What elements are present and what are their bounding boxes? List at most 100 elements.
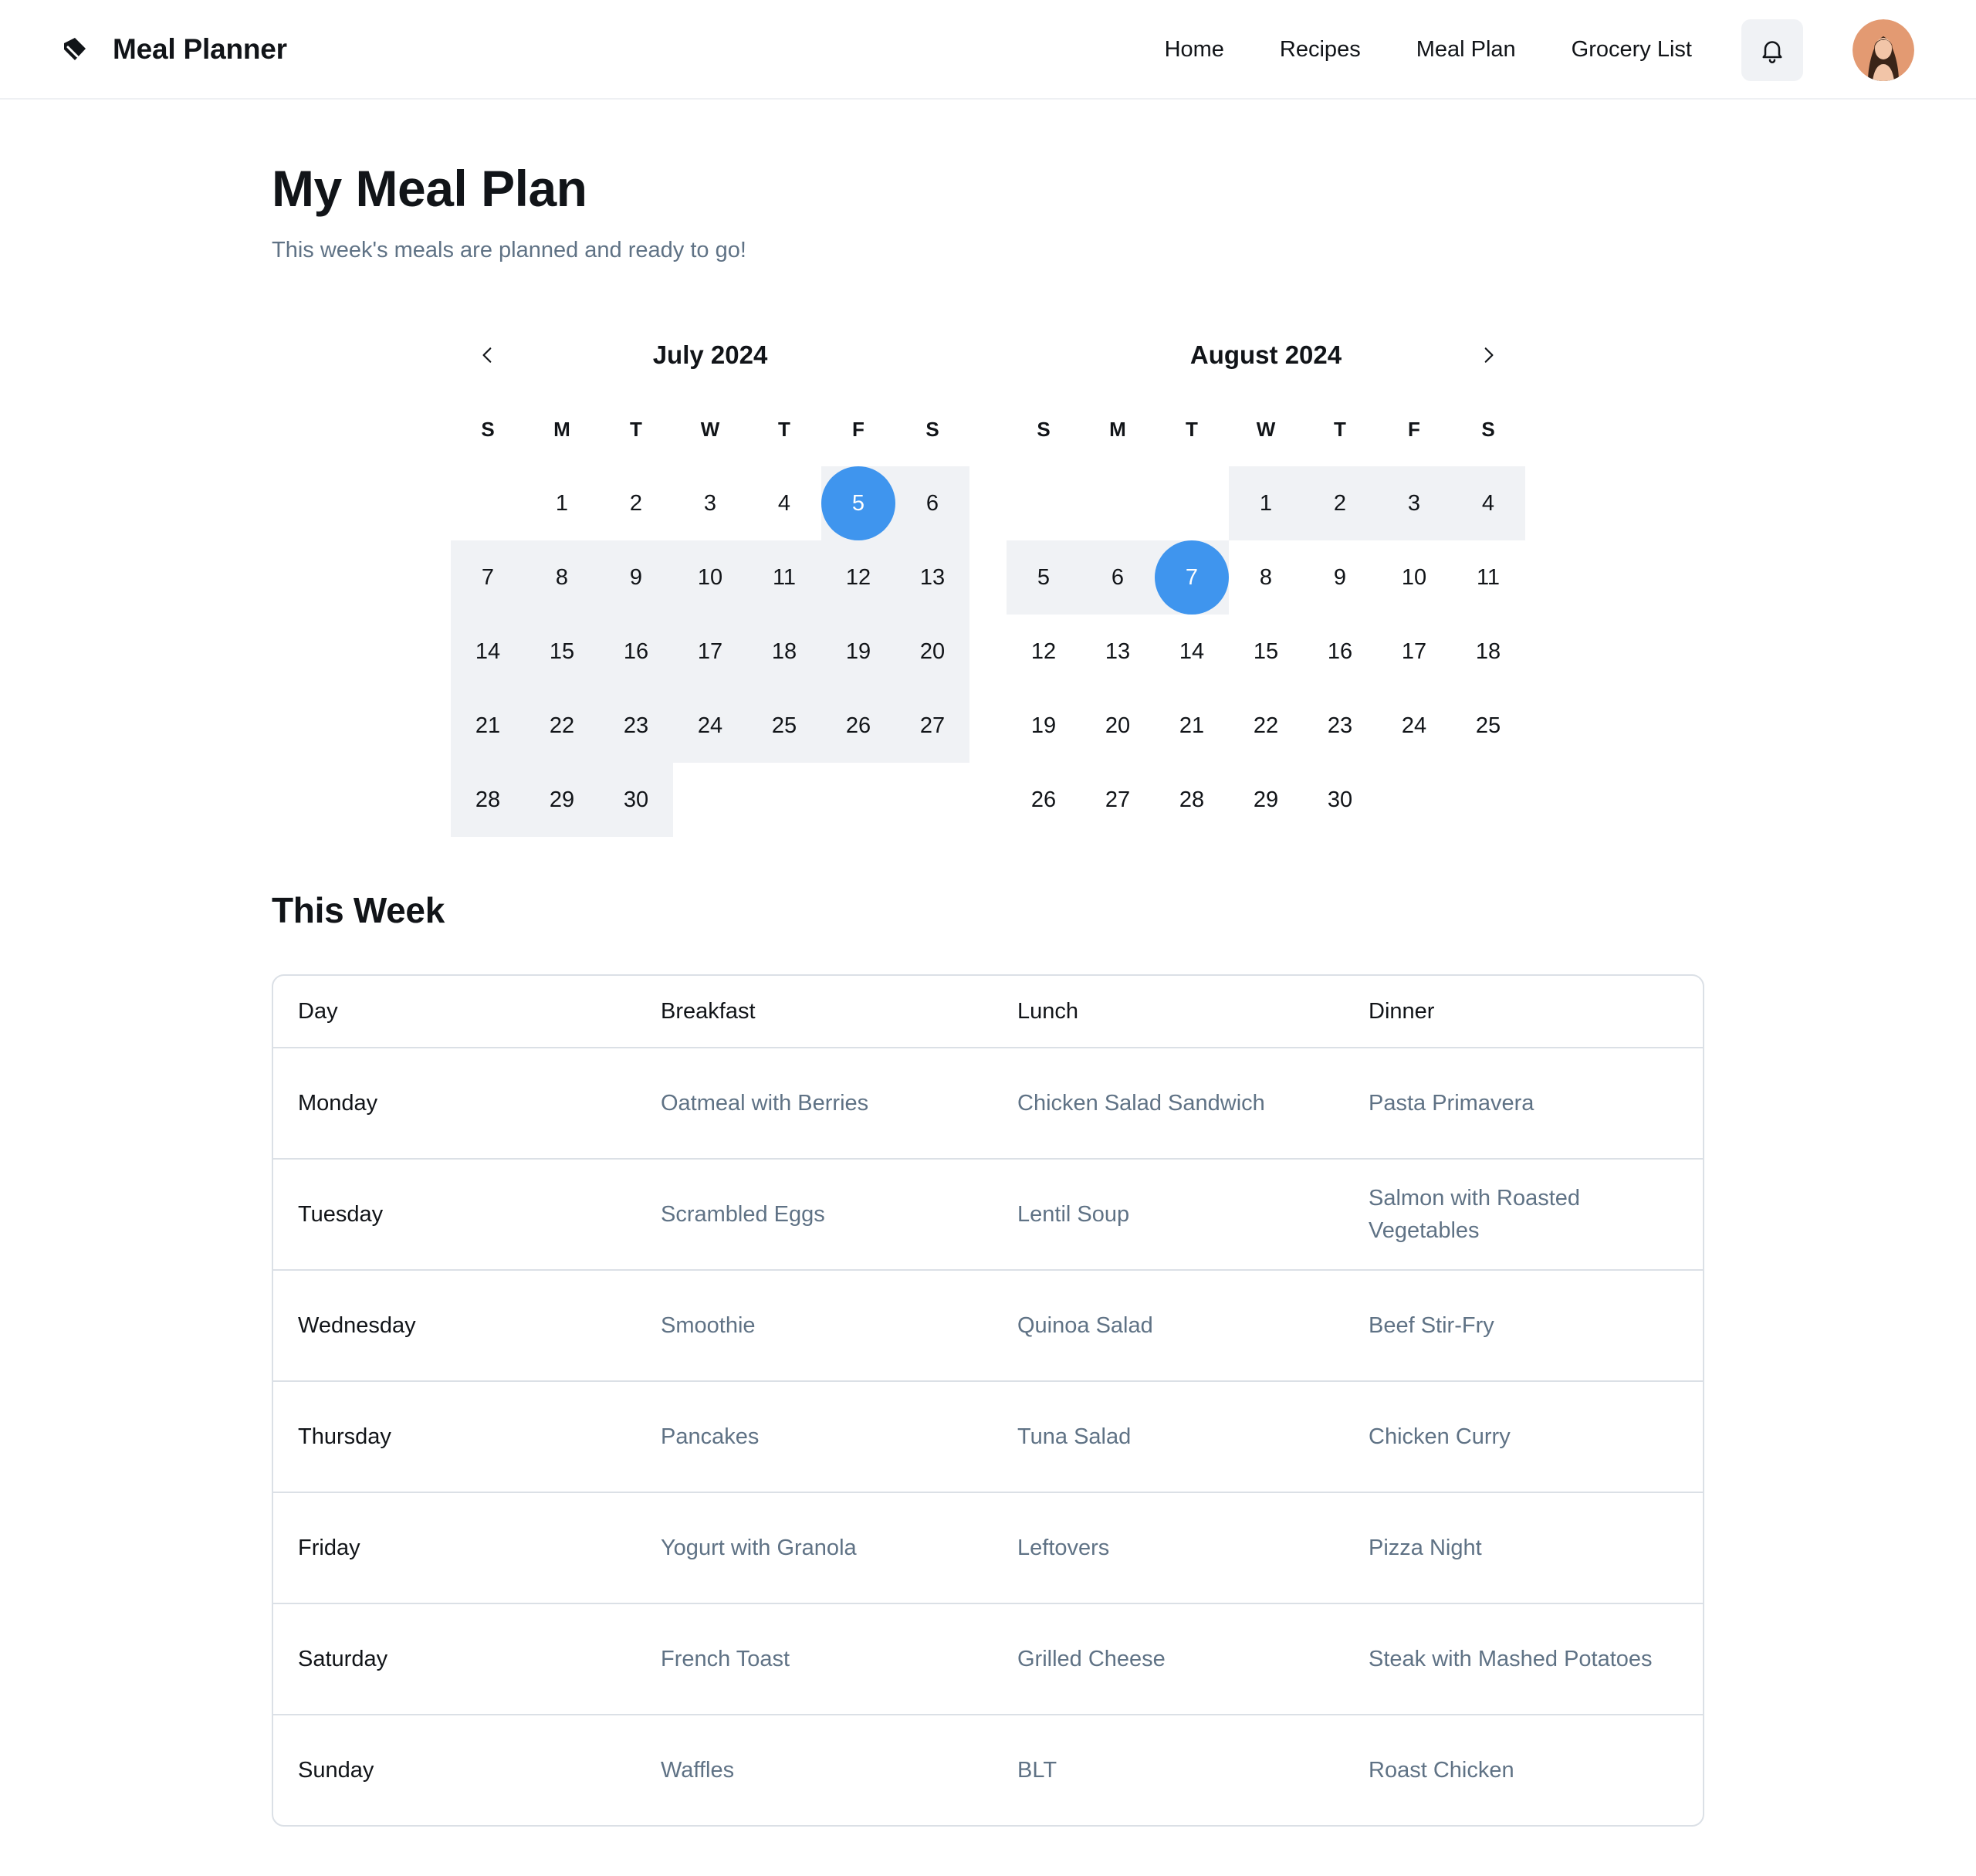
main-nav: Home Recipes Meal Plan Grocery List bbox=[1165, 0, 1976, 100]
calendar-day[interactable]: 16 bbox=[599, 615, 673, 689]
calendar-day[interactable]: 13 bbox=[895, 540, 969, 615]
meal-cell[interactable]: Chicken Salad Sandwich bbox=[993, 1087, 1344, 1119]
calendar-day[interactable]: 29 bbox=[525, 763, 599, 837]
calendar-day[interactable]: 5 bbox=[1007, 540, 1081, 615]
meal-cell[interactable]: Leftovers bbox=[993, 1532, 1344, 1564]
meal-cell[interactable]: Salmon with Roasted Vegetables bbox=[1344, 1182, 1703, 1247]
calendar-day[interactable]: 22 bbox=[525, 689, 599, 763]
calendar-day[interactable]: 19 bbox=[1007, 689, 1081, 763]
calendar-day[interactable]: 22 bbox=[1229, 689, 1303, 763]
nav-home[interactable]: Home bbox=[1165, 37, 1224, 63]
calendar-day[interactable]: 1 bbox=[525, 466, 599, 540]
meal-cell[interactable]: Chicken Curry bbox=[1344, 1421, 1703, 1453]
day-number: 6 bbox=[925, 490, 939, 516]
meal-cell[interactable]: Grilled Cheese bbox=[993, 1643, 1344, 1675]
calendar-day[interactable]: 14 bbox=[1155, 615, 1229, 689]
nav-recipes[interactable]: Recipes bbox=[1280, 37, 1361, 63]
calendar-day[interactable]: 6 bbox=[895, 466, 969, 540]
meal-cell[interactable]: Pizza Night bbox=[1344, 1532, 1703, 1564]
meal-cell[interactable]: Waffles bbox=[636, 1754, 993, 1786]
calendar-day[interactable]: 8 bbox=[525, 540, 599, 615]
calendar-day[interactable]: 8 bbox=[1229, 540, 1303, 615]
calendar-day[interactable]: 4 bbox=[747, 466, 821, 540]
calendar-day[interactable]: 12 bbox=[1007, 615, 1081, 689]
calendar-day[interactable]: 23 bbox=[1303, 689, 1377, 763]
meal-cell[interactable]: BLT bbox=[993, 1754, 1344, 1786]
user-avatar[interactable] bbox=[1852, 19, 1914, 81]
nav-grocery-list[interactable]: Grocery List bbox=[1572, 37, 1692, 63]
calendar-day[interactable]: 15 bbox=[525, 615, 599, 689]
meal-plan-table: Day Breakfast Lunch Dinner Monday Oatmeal… bbox=[272, 974, 1704, 1827]
calendar-day[interactable]: 3 bbox=[1377, 466, 1451, 540]
calendar-day[interactable]: 29 bbox=[1229, 763, 1303, 837]
calendar-day[interactable]: 20 bbox=[1081, 689, 1155, 763]
calendar-day[interactable]: 30 bbox=[1303, 763, 1377, 837]
calendar-day[interactable]: 26 bbox=[1007, 763, 1081, 837]
meal-cell[interactable]: Beef Stir-Fry bbox=[1344, 1309, 1703, 1342]
weekday-label: T bbox=[1186, 417, 1198, 441]
calendar-day[interactable]: 9 bbox=[599, 540, 673, 615]
calendar-day[interactable]: 28 bbox=[1155, 763, 1229, 837]
day-number: 28 bbox=[475, 787, 501, 812]
meal-cell[interactable]: Smoothie bbox=[636, 1309, 993, 1342]
calendar-day[interactable]: 15 bbox=[1229, 615, 1303, 689]
calendar-day[interactable]: 10 bbox=[673, 540, 747, 615]
calendar-day[interactable]: 12 bbox=[821, 540, 895, 615]
meal-cell[interactable]: Quinoa Salad bbox=[993, 1309, 1344, 1342]
calendar-day[interactable]: 13 bbox=[1081, 615, 1155, 689]
calendar-day[interactable]: 20 bbox=[895, 615, 969, 689]
calendar-day[interactable]: 3 bbox=[673, 466, 747, 540]
meal-cell[interactable]: Roast Chicken bbox=[1344, 1754, 1703, 1786]
calendar-day[interactable]: 4 bbox=[1451, 466, 1525, 540]
meal-cell[interactable]: Yogurt with Granola bbox=[636, 1532, 993, 1564]
meal-cell[interactable]: Pancakes bbox=[636, 1421, 993, 1453]
calendar-day[interactable]: 2 bbox=[599, 466, 673, 540]
next-month-button[interactable] bbox=[1473, 340, 1504, 371]
calendar-day[interactable]: 6 bbox=[1081, 540, 1155, 615]
calendar-day[interactable]: 1 bbox=[1229, 466, 1303, 540]
meal-cell[interactable]: French Toast bbox=[636, 1643, 993, 1675]
calendar-day[interactable]: 30 bbox=[599, 763, 673, 837]
calendar-day[interactable]: 27 bbox=[1081, 763, 1155, 837]
calendar-day[interactable]: 27 bbox=[895, 689, 969, 763]
calendar-day[interactable]: 18 bbox=[747, 615, 821, 689]
meal-cell[interactable]: Lentil Soup bbox=[993, 1198, 1344, 1231]
calendar-day[interactable]: 5 bbox=[821, 466, 895, 540]
meal-cell[interactable]: Scrambled Eggs bbox=[636, 1198, 993, 1231]
bell-icon bbox=[1762, 40, 1782, 63]
calendar-day[interactable]: 19 bbox=[821, 615, 895, 689]
calendar-day[interactable]: 21 bbox=[1155, 689, 1229, 763]
calendar-day[interactable]: 24 bbox=[1377, 689, 1451, 763]
calendar-day[interactable]: 28 bbox=[451, 763, 525, 837]
calendar-day[interactable]: 10 bbox=[1377, 540, 1451, 615]
day-number: 19 bbox=[1030, 713, 1057, 738]
calendar-day[interactable]: 11 bbox=[1451, 540, 1525, 615]
calendar-day[interactable]: 21 bbox=[451, 689, 525, 763]
meal-cell[interactable]: Tuna Salad bbox=[993, 1421, 1344, 1453]
calendar-day[interactable]: 23 bbox=[599, 689, 673, 763]
calendar-day[interactable]: 17 bbox=[673, 615, 747, 689]
calendar-day[interactable]: 11 bbox=[747, 540, 821, 615]
notifications-button[interactable] bbox=[1741, 19, 1803, 81]
day-number: 18 bbox=[771, 638, 797, 664]
calendar-day[interactable]: 24 bbox=[673, 689, 747, 763]
calendar-empty-cell bbox=[1081, 466, 1155, 540]
calendar-day[interactable]: 14 bbox=[451, 615, 525, 689]
calendar-day[interactable]: 25 bbox=[1451, 689, 1525, 763]
day-cell: Friday bbox=[298, 1536, 360, 1560]
calendar-day[interactable]: 16 bbox=[1303, 615, 1377, 689]
brand[interactable]: Meal Planner bbox=[62, 29, 287, 69]
calendar-day[interactable]: 7 bbox=[1155, 540, 1229, 615]
calendar-day[interactable]: 17 bbox=[1377, 615, 1451, 689]
calendar-day[interactable]: 2 bbox=[1303, 466, 1377, 540]
calendar-day[interactable]: 25 bbox=[747, 689, 821, 763]
meal-cell[interactable]: Pasta Primavera bbox=[1344, 1087, 1703, 1119]
meal-cell[interactable]: Steak with Mashed Potatoes bbox=[1344, 1643, 1703, 1675]
calendar-day[interactable]: 18 bbox=[1451, 615, 1525, 689]
meal-cell[interactable]: Oatmeal with Berries bbox=[636, 1087, 993, 1119]
calendar-day[interactable]: 7 bbox=[451, 540, 525, 615]
nav-meal-plan[interactable]: Meal Plan bbox=[1416, 37, 1516, 63]
prev-month-button[interactable] bbox=[472, 340, 503, 371]
calendar-day[interactable]: 9 bbox=[1303, 540, 1377, 615]
calendar-day[interactable]: 26 bbox=[821, 689, 895, 763]
